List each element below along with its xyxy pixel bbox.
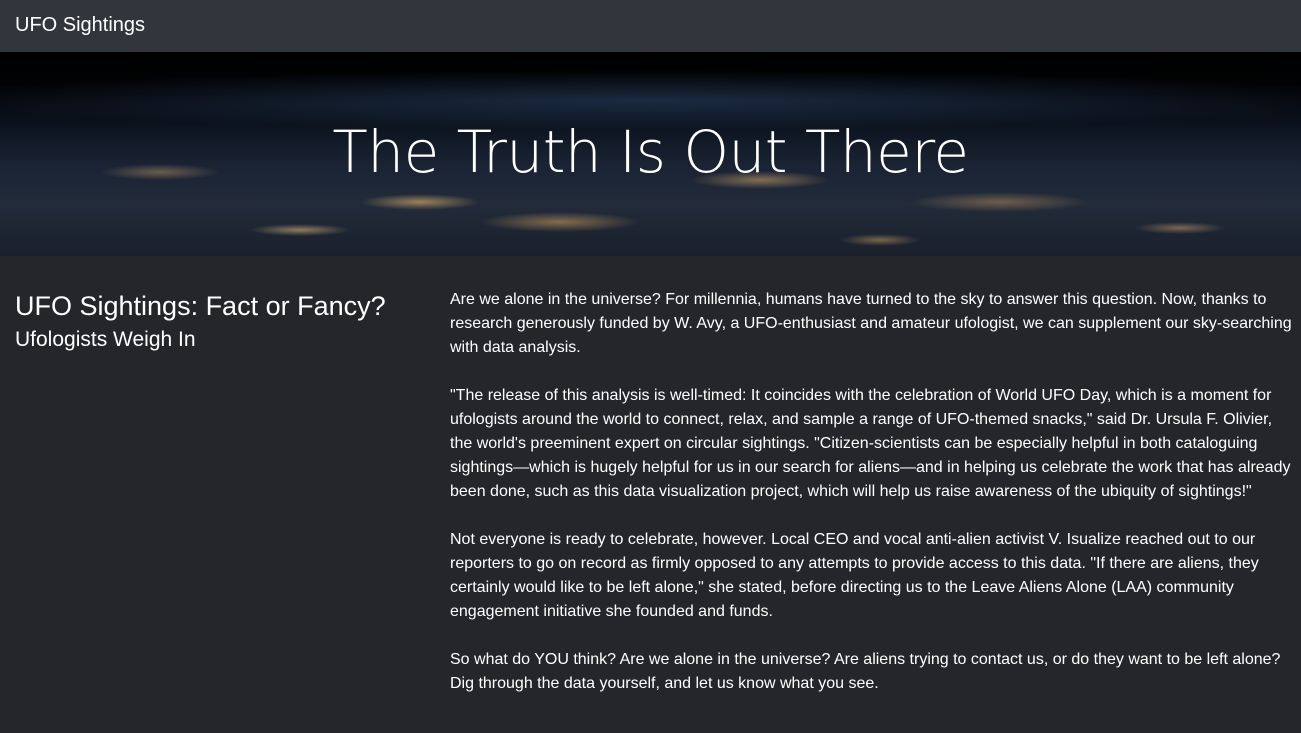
navbar: UFO Sightings [0, 0, 1301, 52]
article-heading: UFO Sightings: Fact or Fancy? [15, 291, 386, 321]
article-paragraph: Are we alone in the universe? For millen… [450, 291, 1292, 356]
article-headings: UFO Sightings: Fact or Fancy? Ufologists… [15, 289, 425, 357]
navbar-brand-link[interactable]: UFO Sightings [15, 0, 145, 50]
hero-banner: The Truth Is Out There [0, 52, 1301, 256]
article-section: UFO Sightings: Fact or Fancy? Ufologists… [0, 256, 1301, 733]
article-paragraph: Not everyone is ready to celebrate, howe… [450, 531, 1259, 620]
article-body: Are we alone in the universe? For millen… [450, 288, 1295, 720]
hero-title: The Truth Is Out There [332, 118, 969, 186]
article-paragraph: "The release of this analysis is well-ti… [450, 387, 1291, 500]
article-subheading: Ufologists Weigh In [15, 328, 196, 351]
article-paragraph: So what do YOU think? Are we alone in th… [450, 651, 1281, 692]
